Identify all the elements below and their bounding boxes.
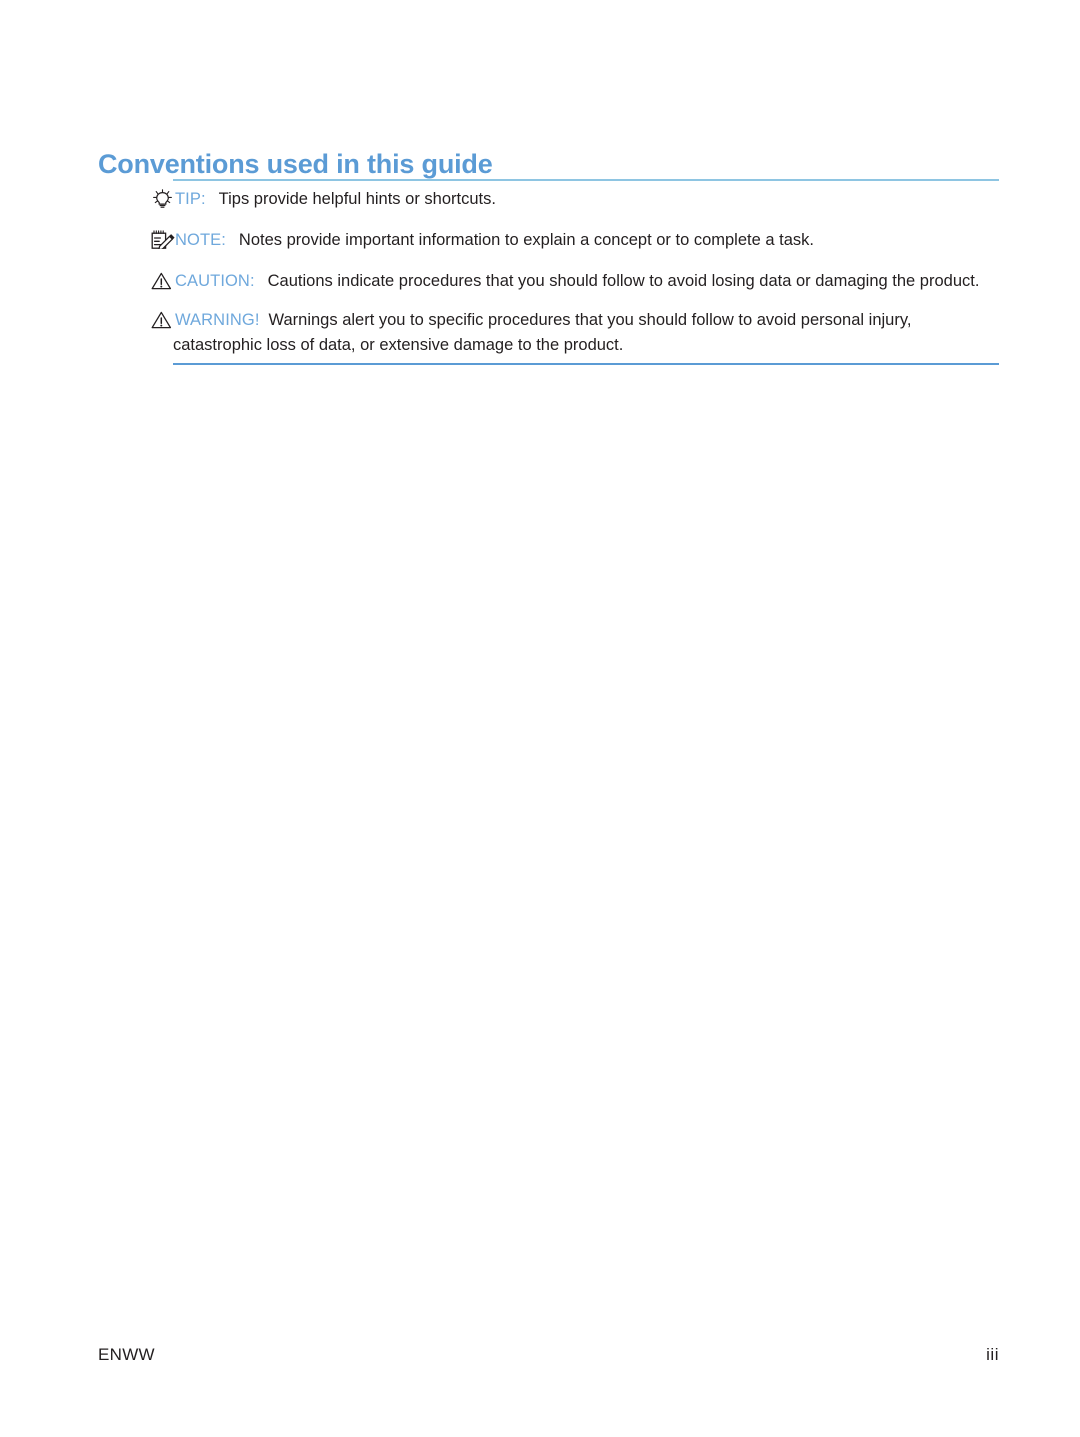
footer-locale-label: ENWW xyxy=(98,1345,155,1364)
notice-warning: WARNING! Warnings alert you to specific p… xyxy=(151,308,999,358)
notice-text-warning: Warnings alert you to specific procedure… xyxy=(173,311,912,354)
conventions-notice-block: TIP: Tips provide helpful hints or shortc… xyxy=(151,179,999,365)
notice-text-note: Notes provide important information to e… xyxy=(238,231,814,249)
warning-triangle-icon xyxy=(151,310,175,329)
notepad-pencil-icon xyxy=(151,230,175,249)
notice-caution: CAUTION: Cautions indicate procedures tha… xyxy=(151,269,999,294)
page-footer: ENWW iii xyxy=(98,1345,999,1365)
notice-label-warning: WARNING! xyxy=(175,311,260,329)
lightbulb-icon xyxy=(151,189,175,208)
page-title: Conventions used in this guide xyxy=(98,149,493,180)
notice-tip: TIP: Tips provide helpful hints or shortc… xyxy=(153,187,999,212)
notice-label-note: NOTE: xyxy=(175,231,226,249)
notice-text-tip: Tips provide helpful hints or shortcuts. xyxy=(218,190,496,208)
notice-label-caution: CAUTION: xyxy=(175,272,255,290)
notice-note: NOTE: Notes provide important information… xyxy=(151,228,999,253)
warning-triangle-icon xyxy=(151,271,175,290)
footer-page-number: iii xyxy=(986,1345,999,1364)
notice-text-caution: Cautions indicate procedures that you sh… xyxy=(267,272,980,290)
document-page: Conventions used in this guide TIP: Tips… xyxy=(0,0,1080,1437)
notice-label-tip: TIP: xyxy=(175,190,206,208)
